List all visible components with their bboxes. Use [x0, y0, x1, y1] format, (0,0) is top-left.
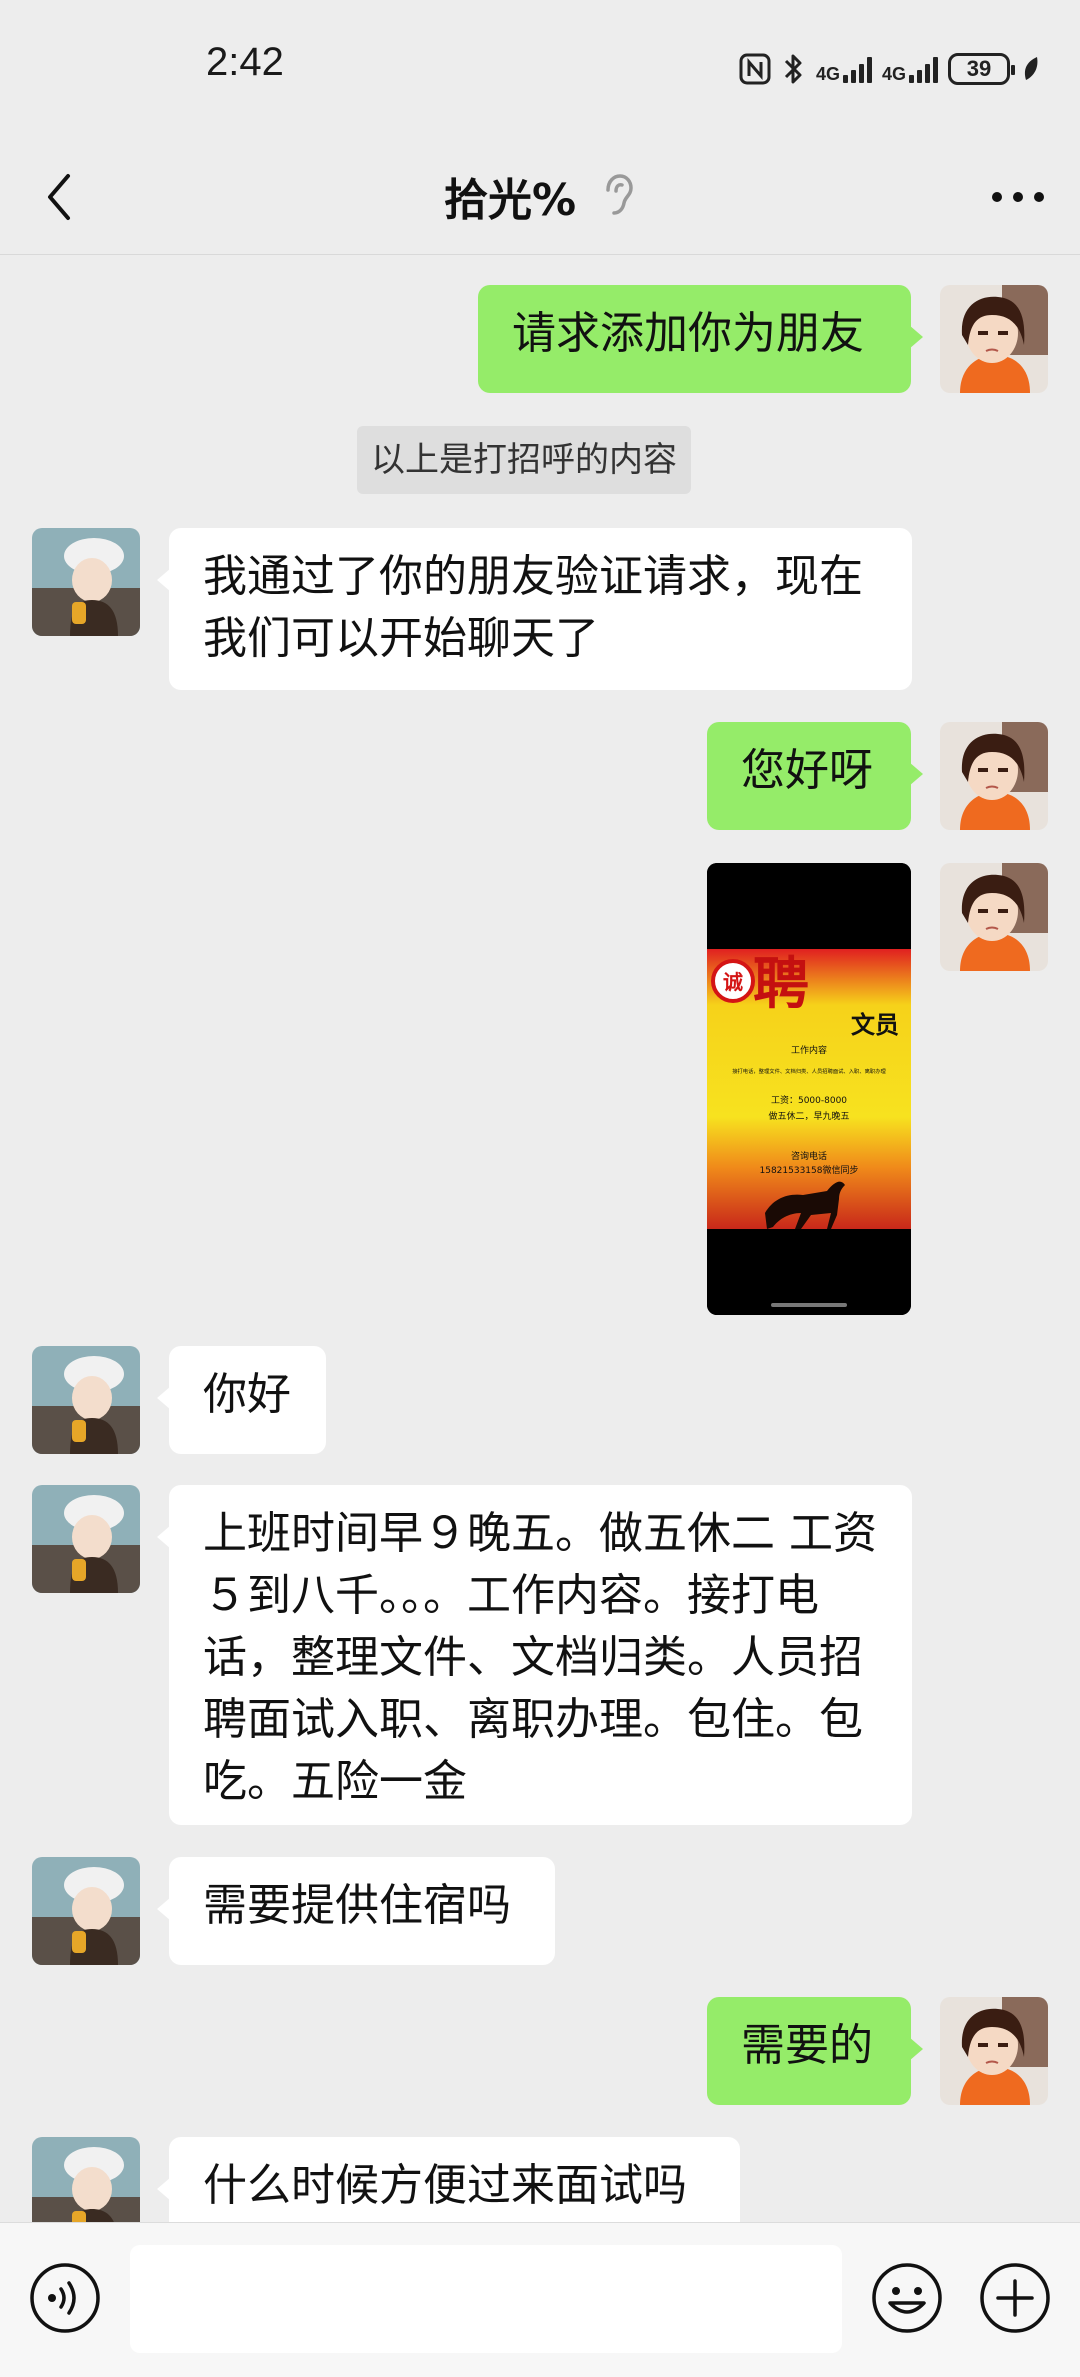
- poster-char-1: 诚: [723, 970, 743, 994]
- more-button[interactable]: [978, 160, 1058, 234]
- avatar-contact[interactable]: [32, 1857, 140, 1965]
- avatar-contact-image: [32, 2137, 140, 2225]
- message-text: 需要的: [741, 2020, 873, 2071]
- voice-icon[interactable]: [28, 2261, 102, 2335]
- poster-title: 文员: [851, 1011, 899, 1039]
- avatar-contact-image: [32, 1857, 140, 1965]
- avatar-self-image: [940, 722, 1048, 830]
- battery-indicator: 39: [948, 53, 1015, 85]
- status-bar: 2:42 4G 4G 39: [0, 0, 1080, 140]
- message-bubble-received[interactable]: 上班时间早９晚五。做五休二 工资５到八千。。。工作内容。接打电话，整理文件、文档…: [157, 1485, 912, 1825]
- more-icon: [992, 192, 1044, 202]
- avatar-contact-image: [32, 528, 140, 636]
- message-bubble-sent[interactable]: 请求添加你为朋友: [478, 285, 923, 393]
- avatar-self[interactable]: [940, 863, 1048, 971]
- message-bubble-received[interactable]: 需要提供住宿吗: [157, 1857, 555, 1965]
- message-bubble-received[interactable]: 我通过了你的朋友验证请求，现在我们可以开始聊天了: [157, 528, 912, 690]
- poster-line-9: 15821533158微信同步: [760, 1164, 859, 1176]
- poster-line-6: 工资：5000-8000: [771, 1095, 847, 1106]
- message-text: 请求添加你为朋友: [512, 308, 864, 359]
- message-text: 我通过了你的朋友验证请求，现在我们可以开始聊天了: [203, 551, 863, 664]
- avatar-contact-image: [32, 1346, 140, 1454]
- status-time: 2:42: [206, 40, 284, 84]
- message-text: 什么时候方便过来面试吗: [203, 2160, 687, 2211]
- recruitment-poster-image: 诚 聘 文员 工作内容 接打电话，整理文件、文档归类、人员招聘面试、入职、离职办…: [707, 863, 911, 1315]
- avatar-contact[interactable]: [32, 528, 140, 636]
- network-label-1: 4G: [815, 64, 840, 84]
- avatar-self[interactable]: [940, 722, 1048, 830]
- status-icons: 4G 4G 39: [738, 46, 1042, 92]
- avatar-contact[interactable]: [32, 2137, 140, 2225]
- emoji-icon[interactable]: [870, 2261, 944, 2335]
- message-bubble-received[interactable]: 你好: [157, 1346, 326, 1454]
- battery-level: 39: [966, 56, 992, 81]
- avatar-self[interactable]: [940, 1997, 1048, 2105]
- message-text: 上班时间早９晚五。做五休二 工资５到八千。。。工作内容。接打电话，整理文件、文档…: [203, 1508, 877, 1807]
- avatar-contact[interactable]: [32, 1485, 140, 1593]
- image-message[interactable]: 诚 聘 文员 工作内容 接打电话，整理文件、文档归类、人员招聘面试、入职、离职办…: [707, 863, 911, 1315]
- avatar-self-image: [940, 863, 1048, 971]
- avatar-self[interactable]: [940, 285, 1048, 393]
- poster-line-8: 咨询电话: [791, 1150, 827, 1162]
- poster-line-5: 接打电话，整理文件、文档归类、人员招聘面试、入职、离职办理: [732, 1067, 886, 1075]
- message-list[interactable]: 请求添加你为朋友 以上是打招呼的内容 我通过了你的朋友验证请求，现在我们可以开始…: [0, 255, 1080, 2225]
- nfc-icon: [739, 53, 771, 85]
- avatar-contact[interactable]: [32, 1346, 140, 1454]
- message-bubble-sent[interactable]: 您好呀: [707, 722, 923, 830]
- avatar-self-image: [940, 285, 1048, 393]
- message-bubble-received[interactable]: 什么时候方便过来面试吗: [157, 2137, 740, 2225]
- message-text: 需要提供住宿吗: [203, 1880, 511, 1931]
- avatar-self-image: [940, 1997, 1048, 2105]
- system-note: 以上是打招呼的内容: [357, 426, 691, 494]
- message-text: 您好呀: [741, 745, 873, 796]
- plus-icon[interactable]: [978, 2261, 1052, 2335]
- message-bubble-sent[interactable]: 需要的: [707, 1997, 923, 2105]
- message-input[interactable]: [130, 2245, 842, 2353]
- signal-1: 4G: [816, 55, 872, 83]
- network-label-2: 4G: [881, 64, 906, 84]
- leaf-icon: [1024, 57, 1038, 80]
- poster-line-7: 做五休二，早九晚五: [768, 1110, 849, 1122]
- ear-icon: [606, 174, 633, 215]
- avatar-contact-image: [32, 1485, 140, 1593]
- signal-bars-1-icon: [842, 55, 872, 83]
- message-text: 你好: [203, 1369, 291, 1420]
- poster-line-4: 工作内容: [791, 1044, 827, 1056]
- poster-char-2: 聘: [753, 952, 809, 1017]
- chat-header: 拾光%: [0, 140, 1080, 254]
- signal-bars-2-icon: [909, 55, 938, 83]
- signal-2: 4G: [882, 55, 938, 83]
- chat-title: 拾光%: [443, 175, 577, 226]
- input-bar: [0, 2222, 1080, 2377]
- bluetooth-icon: [784, 54, 802, 84]
